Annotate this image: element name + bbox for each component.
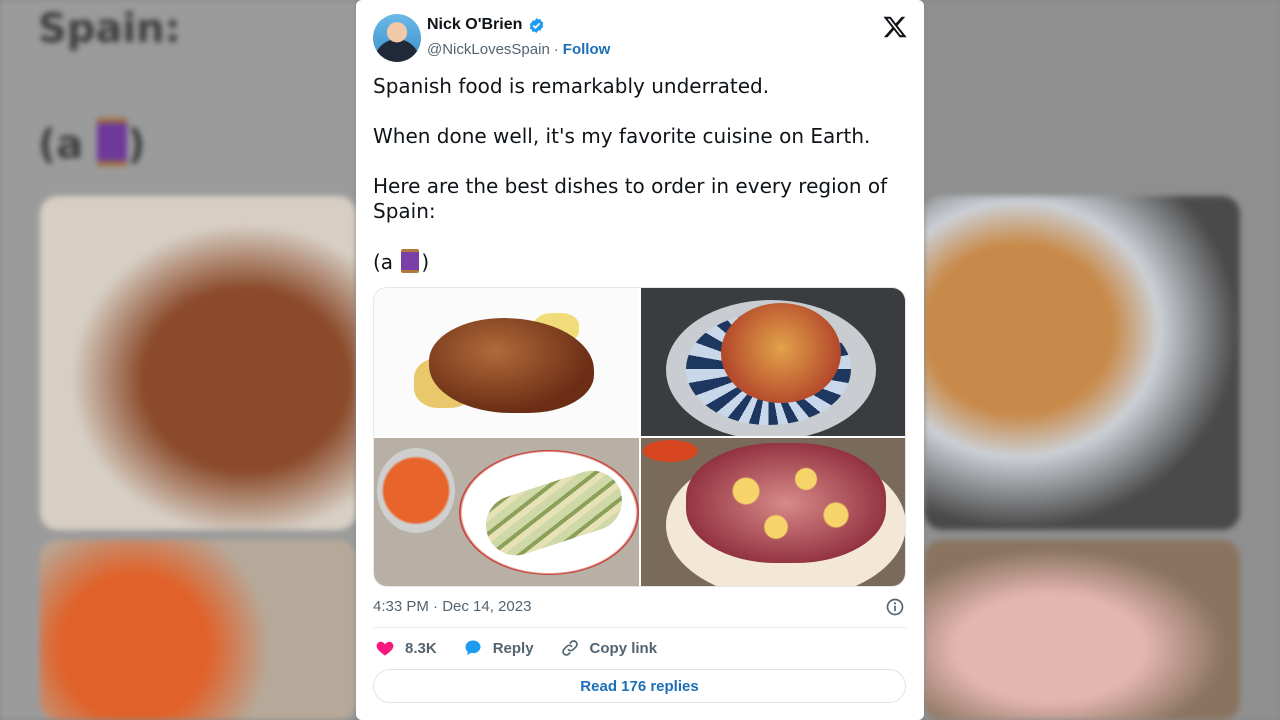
spool-of-thread-icon — [401, 249, 420, 273]
backdrop-right — [924, 0, 1280, 720]
tweet-text: Spanish food is remarkably underrated. W… — [373, 74, 893, 300]
tweet-paragraph: Here are the best dishes to order in eve… — [373, 174, 888, 223]
photo-lamb-dish[interactable] — [374, 288, 639, 436]
x-logo-icon[interactable] — [882, 14, 908, 40]
avatar[interactable] — [373, 14, 421, 62]
follow-button[interactable]: Follow — [563, 41, 611, 58]
backdrop-thread-line: (a ) — [38, 118, 145, 168]
backdrop-heading: Spain: — [38, 6, 181, 52]
link-icon — [561, 640, 578, 656]
reply-button[interactable]: Reply — [463, 638, 534, 658]
backdrop-thread-close: ) — [127, 122, 146, 168]
backdrop-photo-sauce — [40, 540, 356, 720]
tweet-paragraph: Spanish food is remarkably underrated. — [373, 74, 770, 98]
backdrop-photo-meat — [40, 196, 356, 530]
author-name-row: Nick O'Brien — [427, 16, 545, 34]
heart-icon — [376, 641, 394, 656]
photo-detail — [642, 440, 698, 462]
photo-detail — [377, 448, 455, 533]
backdrop-left: Spain: (a ) — [0, 0, 356, 720]
photo-detail — [685, 443, 886, 563]
thread-indicator: (a ) — [373, 249, 893, 275]
read-replies-button[interactable]: Read 176 replies — [373, 669, 906, 703]
like-count: 8.3K — [405, 639, 437, 657]
handle-separator: · — [553, 41, 559, 58]
photo-crab-dish[interactable] — [640, 288, 905, 436]
photo-octopus-dish[interactable] — [640, 438, 905, 586]
backdrop-photo-octopus — [924, 540, 1240, 720]
author-handle-row: @NickLovesSpain · Follow — [427, 41, 610, 58]
action-bar: 8.3K Reply Copy link — [375, 638, 657, 658]
thread-open: (a — [373, 250, 400, 274]
reply-label: Reply — [492, 639, 534, 657]
tweet-card: Nick O'Brien @NickLovesSpain · Follow Sp… — [356, 0, 924, 720]
verified-badge-icon — [530, 17, 544, 33]
copy-link-label: Copy link — [589, 639, 658, 657]
photo-detail — [720, 303, 841, 403]
info-icon[interactable] — [885, 597, 905, 617]
author-name[interactable]: Nick O'Brien — [427, 16, 522, 34]
author-handle[interactable]: @NickLovesSpain — [427, 41, 550, 58]
tweet-paragraph: When done well, it's my favorite cuisine… — [373, 124, 871, 148]
photo-calcots-dish[interactable] — [374, 438, 639, 586]
thread-close: ) — [421, 250, 430, 274]
tweet-timestamp[interactable]: 4:33 PM · Dec 14, 2023 — [373, 598, 531, 615]
copy-link-button[interactable]: Copy link — [560, 638, 658, 658]
backdrop-photo-crab — [924, 196, 1240, 530]
media-grid — [373, 287, 906, 587]
divider — [373, 627, 907, 628]
like-button[interactable]: 8.3K — [375, 638, 437, 658]
backdrop-spool-icon — [97, 118, 128, 166]
backdrop-thread-open: (a — [38, 122, 98, 168]
speech-bubble-icon — [465, 640, 481, 656]
